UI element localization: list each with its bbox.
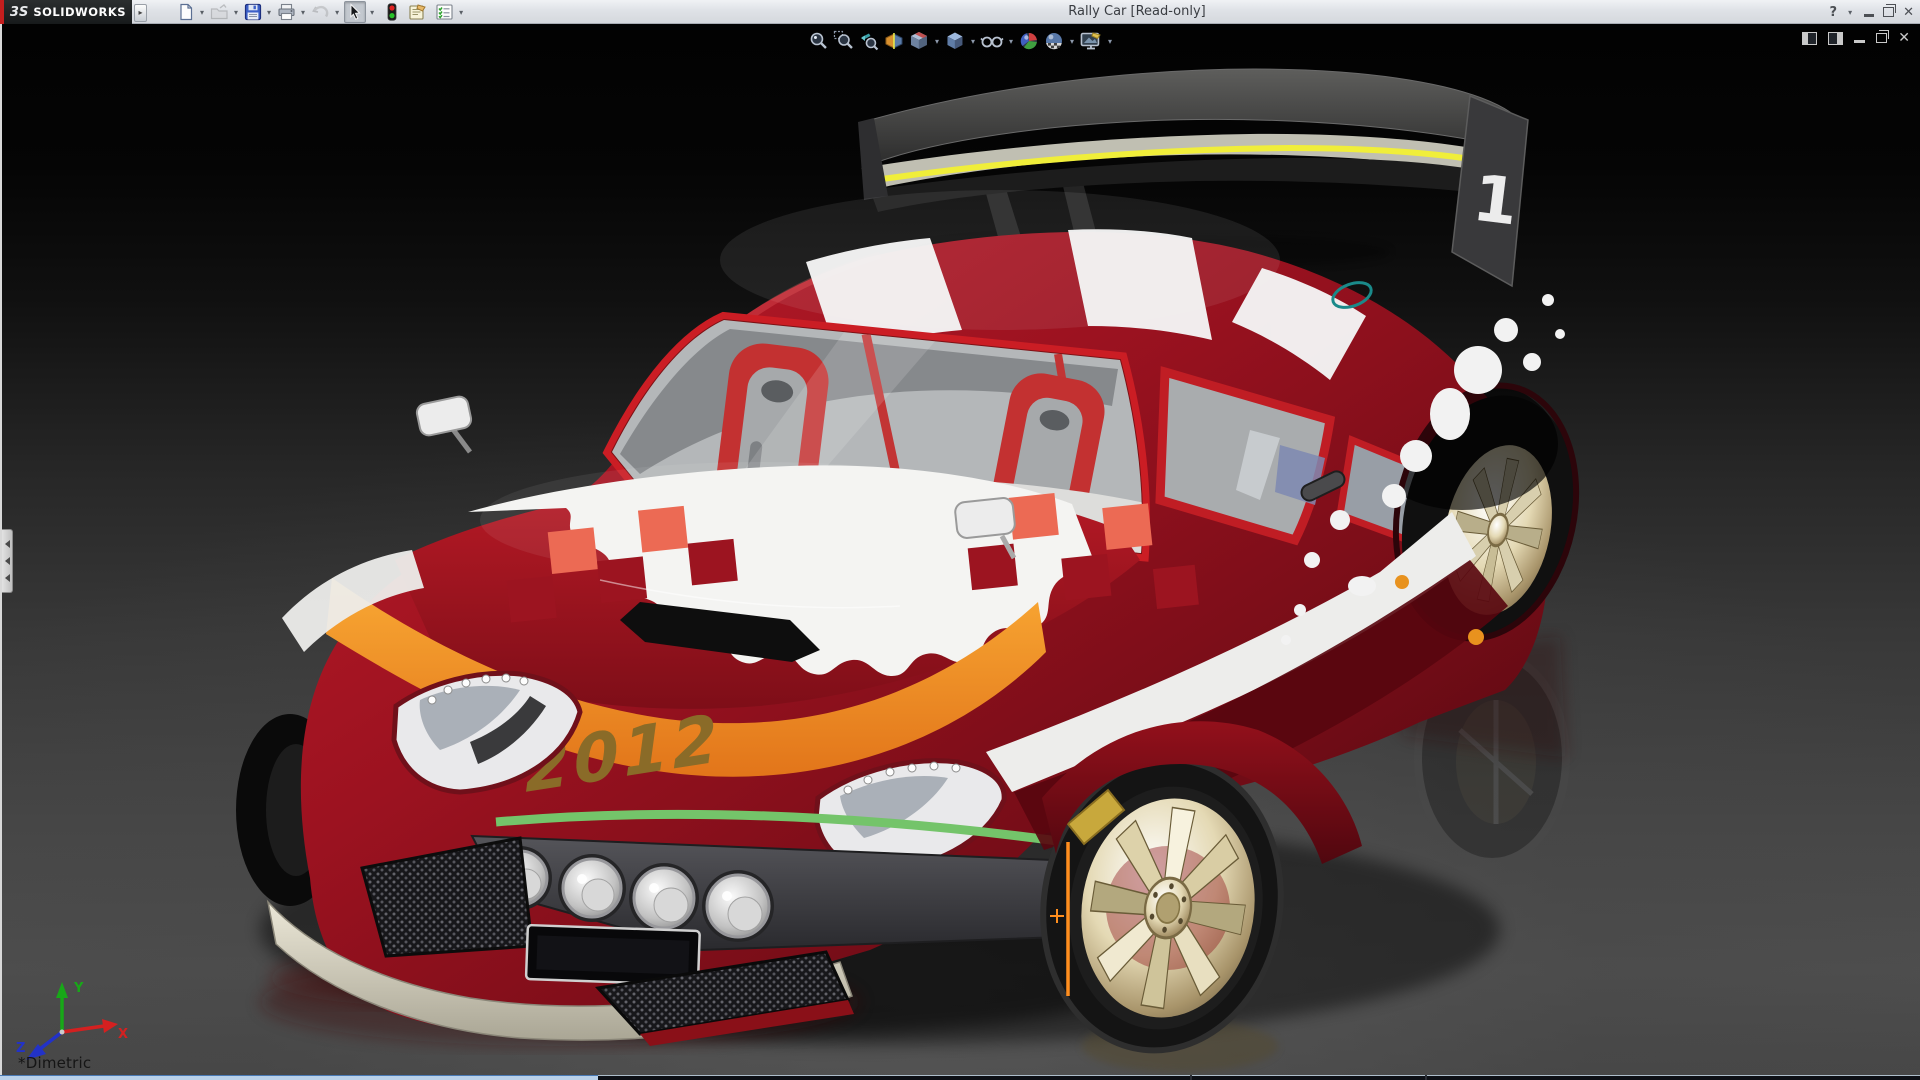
dropdown-arrow-icon[interactable]: ▾ (1070, 37, 1074, 46)
open-document-button[interactable] (209, 2, 230, 22)
view-settings-icon (1079, 30, 1103, 52)
logo-text: SOLIDWORKS (33, 5, 126, 19)
dropdown-arrow-icon[interactable]: ▾ (459, 8, 463, 17)
save-button[interactable] (243, 2, 263, 22)
apply-scene-icon (1043, 30, 1065, 52)
logo-glyph: 3S (10, 5, 28, 20)
previous-view-icon (858, 30, 880, 52)
document-close-button[interactable]: ✕ (1898, 30, 1910, 46)
document-title: Rally Car [Read-only] (1068, 4, 1206, 19)
section-view-button[interactable] (883, 30, 905, 52)
dropdown-arrow-icon[interactable]: ▾ (935, 37, 939, 46)
taskbar-separator (1425, 1075, 1427, 1080)
window-controls: ? ▾ ✕ (1830, 0, 1914, 24)
view-settings-button[interactable] (1079, 30, 1103, 52)
view-orientation-button[interactable] (908, 30, 930, 52)
select-cursor-icon (346, 3, 364, 21)
taskbar-separator (1190, 1075, 1192, 1080)
print-button[interactable] (276, 2, 297, 22)
select-tool-button[interactable] (344, 1, 366, 23)
zoom-to-area-button[interactable] (833, 30, 855, 52)
expand-right-pane-button[interactable] (1828, 32, 1843, 45)
hide-show-items-button[interactable] (980, 30, 1004, 52)
dropdown-arrow-icon[interactable]: ▾ (1009, 37, 1013, 46)
car-number-decal: 1 (1469, 162, 1522, 241)
headsup-view-toolbar: ▾ ▾ ▾ (808, 28, 1114, 54)
collapse-arrow-icon (5, 540, 10, 548)
taskbar-top-line (598, 1075, 1920, 1076)
graphics-viewport[interactable]: 1 (0, 24, 1920, 1075)
previous-view-button[interactable] (858, 30, 880, 52)
help-button[interactable]: ? (1830, 5, 1838, 20)
toolbar-overflow-button[interactable]: ▸ (134, 4, 147, 22)
minimize-button[interactable] (1864, 14, 1874, 17)
collapse-arrow-icon (5, 574, 10, 582)
left-mirror (415, 395, 473, 452)
file-properties-icon (408, 3, 427, 21)
solidworks-logo: 3S SOLIDWORKS (4, 0, 132, 24)
dropdown-arrow-icon[interactable]: ▾ (301, 8, 305, 17)
undo-button[interactable] (310, 2, 331, 22)
zoom-to-fit-icon (808, 30, 830, 52)
dropdown-arrow-icon[interactable]: ▾ (1108, 37, 1112, 46)
dropdown-arrow-icon[interactable]: ▾ (267, 8, 271, 17)
view-orientation-icon (908, 30, 930, 52)
rebuild-traffic-light-icon (386, 3, 398, 21)
triad-y-label: Y (73, 981, 84, 996)
display-style-button[interactable] (944, 30, 966, 52)
display-style-icon (944, 30, 966, 52)
view-orientation-label: *Dimetric (18, 1054, 91, 1072)
close-button[interactable]: ✕ (1903, 5, 1914, 20)
save-icon (244, 3, 262, 21)
collapse-arrow-icon (5, 557, 10, 565)
document-window-controls: ✕ (1802, 30, 1910, 46)
title-bar: 3S SOLIDWORKS ▸ ▾ ▾ (0, 0, 1920, 24)
taskbar-edge[interactable] (0, 1075, 1920, 1080)
main-toolbar: ▾ ▾ ▾ (176, 0, 466, 24)
help-dropdown-arrow-icon[interactable]: ▾ (1848, 8, 1852, 17)
undo-icon (311, 3, 330, 21)
open-document-icon (210, 3, 229, 21)
triad-x-label: X (118, 1027, 128, 1042)
file-properties-button[interactable] (407, 2, 428, 22)
hide-show-items-icon (980, 30, 1004, 52)
new-document-icon (177, 3, 195, 21)
rally-car-model[interactable]: 1 (0, 24, 1920, 1075)
edit-appearance-icon (1018, 30, 1040, 52)
dropdown-arrow-icon[interactable]: ▾ (200, 8, 204, 17)
options-button[interactable] (434, 2, 455, 22)
print-icon (277, 3, 296, 21)
solidworks-app: 3S SOLIDWORKS ▸ ▾ ▾ (0, 0, 1920, 1080)
dropdown-arrow-icon[interactable]: ▾ (370, 8, 374, 17)
document-minimize-button[interactable] (1854, 40, 1865, 43)
section-view-icon (883, 30, 905, 52)
zoom-to-fit-button[interactable] (808, 30, 830, 52)
zoom-to-area-icon (833, 30, 855, 52)
reference-triad: Y X Z (14, 980, 130, 1064)
apply-scene-button[interactable] (1043, 30, 1065, 52)
options-checklist-icon (435, 3, 454, 21)
rebuild-button[interactable] (385, 2, 399, 22)
edit-appearance-button[interactable] (1018, 30, 1040, 52)
dropdown-arrow-icon: ▾ (234, 8, 238, 17)
taskbar-segment (0, 1075, 598, 1080)
collapse-left-pane-button[interactable] (1802, 32, 1817, 45)
document-restore-button[interactable] (1876, 33, 1887, 43)
dropdown-arrow-icon: ▾ (335, 8, 339, 17)
feature-manager-splitter-tab[interactable] (2, 529, 13, 593)
restore-button[interactable] (1883, 7, 1894, 17)
dropdown-arrow-icon[interactable]: ▾ (971, 37, 975, 46)
new-document-button[interactable] (176, 2, 196, 22)
